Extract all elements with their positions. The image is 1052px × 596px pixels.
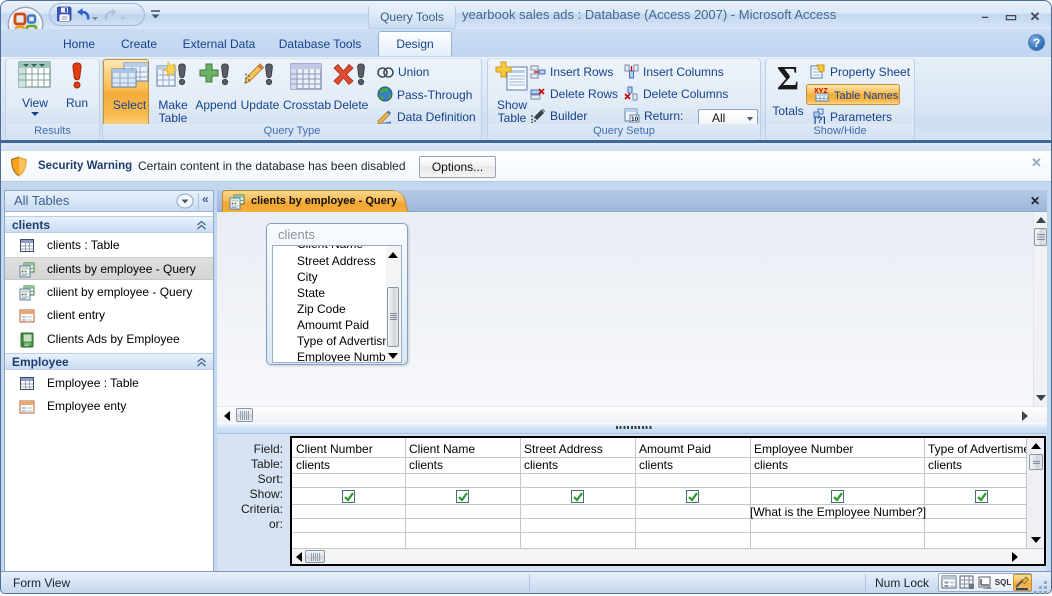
- svg-text:[?]: [?]: [814, 115, 826, 124]
- svg-text:10: 10: [631, 116, 639, 123]
